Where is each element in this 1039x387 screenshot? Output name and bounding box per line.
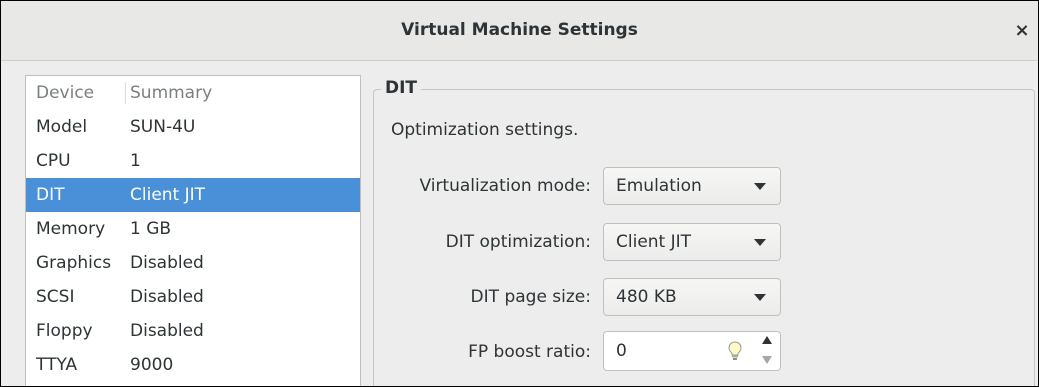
spin-down-icon[interactable] [762, 356, 772, 364]
list-row-memory[interactable]: Memory 1 GB [26, 212, 360, 246]
dit-optimization-label: DIT optimization: [445, 232, 591, 252]
row-device: TTYA [36, 355, 78, 375]
column-header-device[interactable]: Device [36, 76, 124, 110]
list-row-model[interactable]: Model SUN-4U [26, 110, 360, 144]
chevron-down-icon [754, 183, 766, 190]
dit-optimization-dropdown[interactable]: Client JIT [603, 223, 781, 261]
list-header: Device Summary [26, 76, 360, 110]
row-summary: Client JIT [130, 185, 206, 205]
column-separator [125, 82, 126, 104]
spin-up-icon[interactable] [762, 336, 772, 344]
dit-page-size-dropdown[interactable]: 480 KB [603, 278, 781, 316]
list-row-dit[interactable]: DIT Client JIT [26, 178, 360, 212]
fp-boost-ratio-label: FP boost ratio: [468, 342, 591, 362]
fp-boost-ratio-input[interactable] [614, 339, 718, 363]
virtualization-mode-label: Virtualization mode: [419, 176, 591, 196]
list-row-ttya[interactable]: TTYA 9000 [26, 348, 360, 382]
row-device: CPU [36, 151, 71, 171]
row-device: DIT [36, 185, 65, 205]
group-title: DIT [381, 77, 422, 99]
device-list: Device Summary Model SUN-4U CPU 1 DIT Cl… [25, 75, 361, 386]
chevron-down-icon [754, 294, 766, 301]
close-icon: × [1014, 20, 1030, 41]
dit-page-size-label: DIT page size: [470, 287, 591, 307]
row-device: Floppy [36, 321, 93, 341]
title-bar: Virtual Machine Settings × [1, 1, 1038, 61]
list-row-scsi[interactable]: SCSI Disabled [26, 280, 360, 314]
column-header-summary[interactable]: Summary [130, 76, 350, 110]
row-summary: 9000 [130, 355, 174, 375]
fp-boost-ratio-spinner [603, 331, 781, 371]
row-device: Model [36, 117, 88, 137]
row-device: SCSI [36, 287, 75, 307]
list-row-floppy[interactable]: Floppy Disabled [26, 314, 360, 348]
row-summary: 1 [130, 151, 141, 171]
row-summary: Disabled [130, 321, 204, 341]
row-summary: 1 GB [130, 219, 172, 239]
chevron-down-icon [754, 239, 766, 246]
row-device: Memory [36, 219, 106, 239]
dropdown-value: Emulation [616, 176, 702, 196]
row-summary: Disabled [130, 253, 204, 273]
settings-window: Virtual Machine Settings × Device Summar… [0, 0, 1039, 387]
dropdown-value: Client JIT [616, 232, 692, 252]
row-device: Graphics [36, 253, 112, 273]
window-title: Virtual Machine Settings [401, 20, 638, 40]
row-summary: Disabled [130, 287, 204, 307]
close-button[interactable]: × [1012, 21, 1032, 41]
dropdown-value: 480 KB [616, 287, 677, 307]
list-row-graphics[interactable]: Graphics Disabled [26, 246, 360, 280]
list-row-cpu[interactable]: CPU 1 [26, 144, 360, 178]
lightbulb-icon [728, 341, 742, 360]
virtualization-mode-dropdown[interactable]: Emulation [603, 167, 781, 205]
row-summary: SUN-4U [130, 117, 196, 137]
group-description: Optimization settings. [391, 120, 579, 140]
